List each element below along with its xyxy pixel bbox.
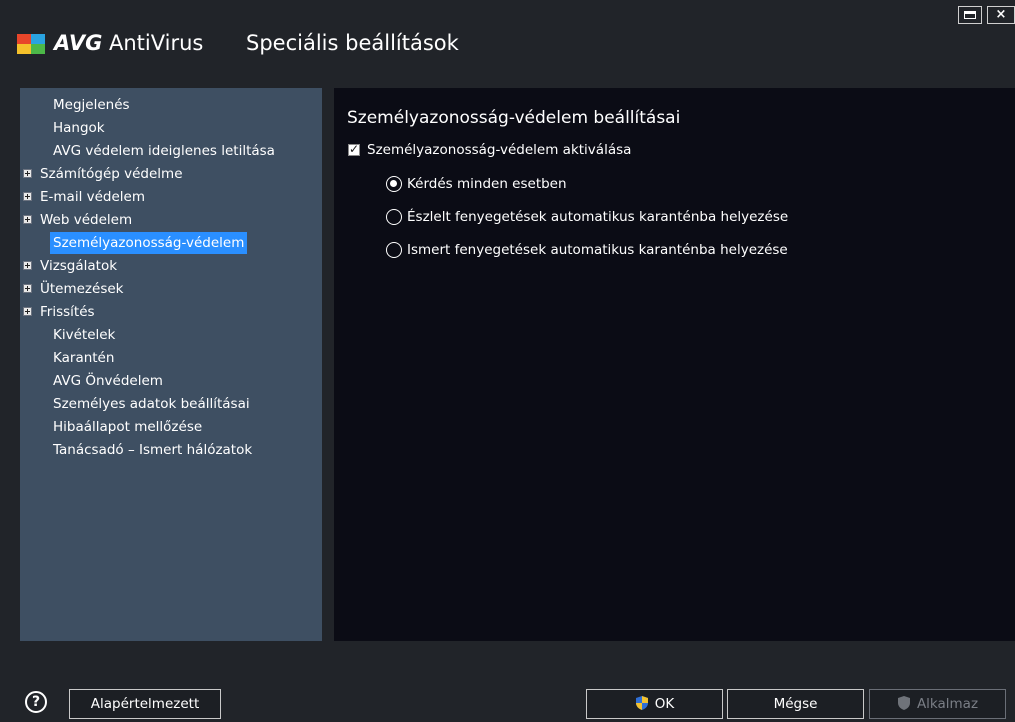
sidebar-item-label: Hibaállapot mellőzése [53,419,203,435]
app-brand: AVG AntiVirus [54,29,203,57]
radio-button[interactable] [386,209,402,225]
brand-avg: AVG [54,31,103,55]
sidebar-item-label: Ütemezések [40,281,124,297]
cancel-button[interactable]: Mégse [727,689,864,719]
sidebar-item-label: Tanácsadó – Ismert hálózatok [53,442,253,458]
expand-plus-icon[interactable] [23,261,32,270]
settings-tree: Megjelenés Hangok AVG védelem ideiglenes l… [20,88,322,641]
uac-shield-icon-disabled [897,696,910,710]
radio-quarantine-known-label: Ismert fenyegetések automatikus karantén… [407,242,788,258]
sidebar-item-label: AVG Önvédelem [53,373,163,389]
restore-window-button[interactable] [958,6,982,24]
expand-plus-icon[interactable] [23,215,32,224]
expand-plus-icon[interactable] [23,307,32,316]
section-title: Személyazonosság-védelem beállításai [347,108,681,128]
sidebar-item-label: Hangok [53,120,105,136]
settings-panel: Személyazonosság-védelem beállításai ✓ S… [334,88,1015,641]
sidebar-item-label: Web védelem [40,212,133,228]
expand-plus-icon[interactable] [23,169,32,178]
sidebar-item-label: Kivételek [53,327,116,343]
uac-shield-icon [635,696,648,710]
sidebar-item-label: Számítógép védelme [40,166,183,182]
sidebar-item-label: Megjelenés [53,97,130,113]
radio-quarantine-detected-label: Észlelt fenyegetések automatikus karanté… [407,209,789,225]
radio-button-selected[interactable] [386,176,402,192]
window-title: Speciális beállítások [246,31,459,55]
default-button[interactable]: Alapértelmezett [69,689,221,719]
help-icon[interactable]: ? [25,691,47,713]
avg-logo-icon [17,34,45,54]
sidebar-item-label: E-mail védelem [40,189,145,205]
activate-identity-protection-checkbox[interactable]: ✓ [348,142,360,156]
title-bar: AVG AntiVirus Speciális beállítások × [0,0,1015,88]
close-window-button[interactable]: × [987,6,1015,24]
radio-ask-always-label: Kérdés minden esetben [407,176,567,192]
sidebar-item-label: Frissítés [40,304,95,320]
sidebar-item-label: Karantén [53,350,115,366]
ok-button[interactable]: OK [586,689,723,719]
sidebar-item-label: Személyazonosság-védelem [50,232,248,254]
activate-identity-protection-label: Személyazonosság-védelem aktiválása [367,142,632,158]
sidebar-item-label: AVG védelem ideiglenes letiltása [53,143,275,159]
radio-button[interactable] [386,242,402,258]
ok-button-label: OK [654,696,675,712]
sidebar-item-label: Személyes adatok beállításai [53,396,250,412]
expand-plus-icon[interactable] [23,192,32,201]
expand-plus-icon[interactable] [23,284,32,293]
brand-product: AntiVirus [102,31,204,55]
apply-button[interactable]: Alkalmaz [869,689,1006,719]
sidebar-item-label: Vizsgálatok [40,258,118,274]
checkmark-icon: ✓ [349,142,360,156]
apply-button-label: Alkalmaz [916,696,979,712]
